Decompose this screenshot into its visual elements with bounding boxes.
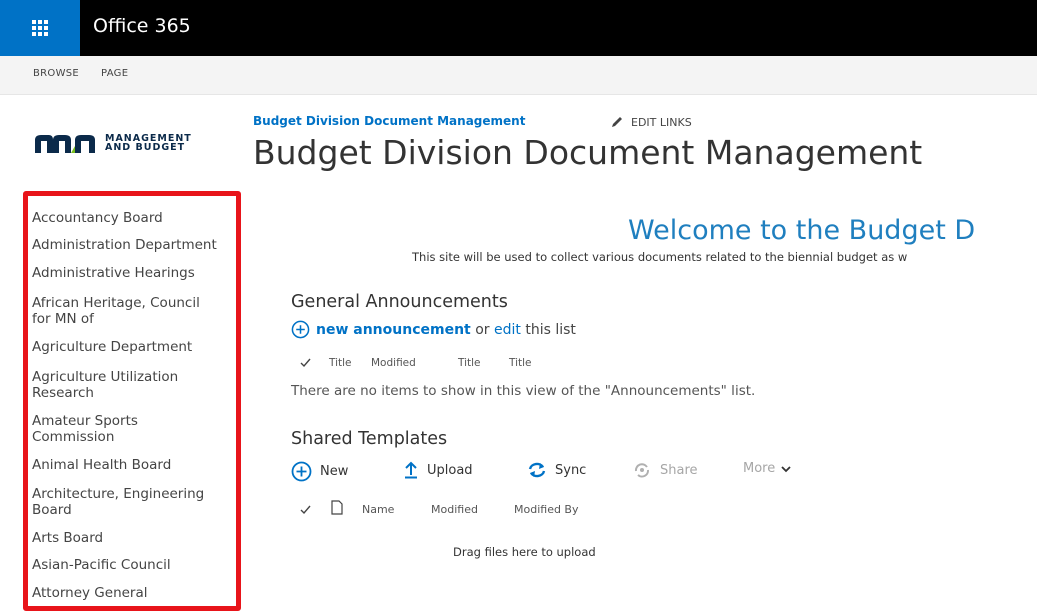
logo-line-2: AND BUDGET — [105, 142, 186, 153]
upload-arrow-icon — [405, 461, 417, 479]
or-text: or — [475, 321, 490, 338]
tab-page[interactable]: PAGE — [101, 68, 128, 79]
mn-logo-icon — [35, 135, 95, 153]
sync-icon — [528, 462, 546, 478]
new-announcement-row: new announcement or edit this list — [291, 320, 576, 339]
pencil-icon — [612, 117, 622, 127]
column-header-title[interactable]: Title — [329, 357, 352, 369]
upload-button[interactable]: Upload — [403, 461, 473, 479]
app-launcher-waffle-icon — [32, 20, 48, 36]
site-description: This site will be used to collect variou… — [412, 250, 908, 264]
nav-item-asian-pacific-council[interactable]: Asian-Pacific Council — [32, 557, 232, 573]
announcements-title[interactable]: General Announcements — [291, 292, 508, 312]
welcome-heading: Welcome to the Budget D — [628, 215, 976, 246]
new-document-button[interactable]: New — [291, 461, 348, 482]
templates-title[interactable]: Shared Templates — [291, 429, 447, 449]
logo-text: MANAGEMENT AND BUDGET — [105, 134, 192, 153]
ribbon-bar — [0, 56, 1037, 95]
nav-item-administrative-hearings[interactable]: Administrative Hearings — [32, 265, 232, 281]
share-label: Share — [660, 462, 698, 478]
this-list-text: this list — [525, 321, 576, 338]
nav-item-arts-board[interactable]: Arts Board — [32, 530, 232, 546]
page-title: Budget Division Document Management — [253, 133, 923, 172]
select-all-check-icon[interactable] — [300, 357, 311, 368]
share-icon — [634, 463, 649, 478]
tab-browse[interactable]: BROWSE — [33, 68, 79, 79]
nav-item-architecture-engineering[interactable]: Architecture, Engineering Board — [32, 486, 222, 518]
column-header-modified-by[interactable]: Modified By — [514, 503, 579, 516]
column-header-title-2[interactable]: Title — [458, 357, 481, 369]
upload-label: Upload — [427, 462, 473, 478]
app-launcher-button[interactable] — [0, 0, 80, 56]
more-label: More — [743, 461, 776, 476]
column-header-title-3[interactable]: Title — [509, 357, 532, 369]
edit-links-label: EDIT LINKS — [631, 115, 692, 129]
column-header-name[interactable]: Name — [362, 503, 394, 516]
breadcrumb-site-link[interactable]: Budget Division Document Management — [253, 114, 525, 128]
more-button[interactable]: More — [743, 461, 792, 476]
sync-button[interactable]: Sync — [527, 461, 586, 479]
add-circle-icon — [291, 461, 312, 482]
nav-item-amateur-sports[interactable]: Amateur Sports Commission — [32, 413, 172, 445]
suite-title[interactable]: Office 365 — [93, 15, 191, 37]
select-all-documents-check-icon[interactable] — [300, 504, 311, 515]
nav-item-administration-department[interactable]: Administration Department — [32, 237, 232, 253]
column-header-modified[interactable]: Modified — [371, 357, 416, 369]
add-circle-icon[interactable] — [291, 320, 310, 339]
nav-item-accountancy-board[interactable]: Accountancy Board — [32, 210, 232, 226]
chevron-down-icon — [781, 465, 791, 472]
column-header-modified-doc[interactable]: Modified — [431, 503, 478, 516]
nav-item-agriculture-department[interactable]: Agriculture Department — [32, 339, 232, 355]
nav-item-agriculture-utilization[interactable]: Agriculture Utilization Research — [32, 369, 207, 401]
announcements-empty-message: There are no items to show in this view … — [291, 383, 756, 399]
site-logo[interactable]: MANAGEMENT AND BUDGET — [33, 130, 213, 156]
edit-list-link[interactable]: edit — [494, 322, 521, 338]
drag-drop-zone[interactable]: Drag files here to upload — [453, 545, 596, 559]
new-label: New — [320, 464, 349, 479]
sync-label: Sync — [555, 462, 587, 478]
nav-item-animal-health-board[interactable]: Animal Health Board — [32, 457, 232, 473]
share-button[interactable]: Share — [632, 461, 698, 479]
new-announcement-link[interactable]: new announcement — [316, 322, 471, 338]
edit-links-button[interactable]: EDIT LINKS — [610, 115, 692, 129]
nav-item-attorney-general[interactable]: Attorney General — [32, 585, 232, 601]
left-nav-highlight — [23, 191, 241, 611]
file-type-icon — [331, 500, 343, 515]
nav-item-african-heritage[interactable]: African Heritage, Council for MN of — [32, 295, 222, 327]
